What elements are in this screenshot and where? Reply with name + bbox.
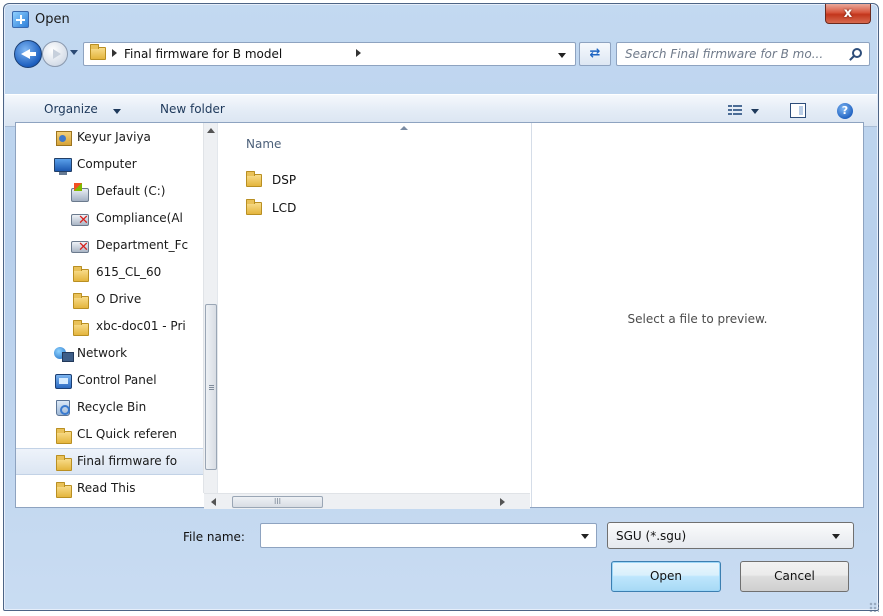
file-type-select[interactable]: SGU (*.sgu) xyxy=(607,522,854,549)
folder-icon xyxy=(56,482,72,498)
folder-icon xyxy=(246,171,262,187)
nav-item-label: Recycle Bin xyxy=(77,400,147,414)
refresh-icon: ⇄ xyxy=(589,46,601,61)
nav-vertical-scrollbar[interactable] xyxy=(203,123,217,498)
nav-item-label: Control Panel xyxy=(77,373,157,387)
preview-message: Select a file to preview. xyxy=(627,312,768,326)
scroll-thumb[interactable]: III xyxy=(232,496,323,508)
forward-button[interactable] xyxy=(42,41,68,67)
folder-icon xyxy=(73,293,89,309)
file-item-label: LCD xyxy=(272,201,297,215)
folder-icon xyxy=(56,428,72,444)
help-icon[interactable]: ? xyxy=(837,103,853,119)
computer-icon xyxy=(54,158,72,175)
nav-item-xbc-doc01[interactable]: xbc-doc01 - Pri xyxy=(16,314,216,341)
disconnected-network-drive-icon xyxy=(71,213,89,228)
column-header-name[interactable]: Name xyxy=(246,137,281,151)
scroll-left-icon[interactable] xyxy=(211,498,216,506)
change-view-icon[interactable] xyxy=(728,105,742,116)
folder-icon xyxy=(73,266,89,282)
file-item-dsp[interactable]: DSP xyxy=(243,169,383,191)
nav-item-label: CL Quick referen xyxy=(77,427,177,441)
nav-item-final-firmware[interactable]: Final firmware fo xyxy=(16,448,216,475)
nav-item-label: Read This xyxy=(77,481,136,495)
user-folder-icon xyxy=(56,131,72,146)
breadcrumb-current[interactable]: Final firmware for B model xyxy=(124,47,282,61)
control-panel-icon xyxy=(55,374,72,389)
dialog-app-icon xyxy=(12,11,29,28)
navigation-pane: Keyur Javiya Computer Default (C:) Compl… xyxy=(16,123,217,507)
file-list-pane: Name DSP LCD xyxy=(217,123,530,507)
nav-item-label: 615_CL_60 xyxy=(96,265,162,279)
nav-item-computer[interactable]: Computer xyxy=(16,152,216,179)
scroll-right-icon[interactable] xyxy=(500,498,505,506)
file-item-label: DSP xyxy=(272,173,297,187)
breadcrumb-chevron-icon[interactable] xyxy=(356,49,361,57)
address-folder-icon xyxy=(90,44,106,60)
views-dropdown-icon[interactable] xyxy=(751,109,759,114)
open-button[interactable]: Open xyxy=(611,561,721,592)
folder-icon xyxy=(246,199,262,215)
disconnected-network-drive-icon xyxy=(71,240,89,255)
address-bar[interactable]: Final firmware for B model xyxy=(83,42,576,66)
local-drive-icon xyxy=(71,183,89,202)
new-folder-button[interactable]: New folder xyxy=(160,102,225,116)
recent-pages-dropdown-icon[interactable] xyxy=(70,50,78,55)
network-icon xyxy=(54,347,74,362)
address-dropdown-icon[interactable] xyxy=(558,53,566,58)
organize-button[interactable]: Organize xyxy=(44,102,98,116)
sort-ascending-icon xyxy=(400,126,408,130)
refresh-button[interactable]: ⇄ xyxy=(579,42,611,66)
nav-item-o-drive[interactable]: O Drive xyxy=(16,287,216,314)
nav-item-network[interactable]: Network xyxy=(16,341,216,368)
close-icon: x xyxy=(843,6,853,21)
nav-item-compliance[interactable]: Compliance(Al xyxy=(16,206,216,233)
nav-item-label: xbc-doc01 - Pri xyxy=(96,319,186,333)
nav-item-label: Network xyxy=(77,346,128,360)
file-type-dropdown-icon[interactable] xyxy=(832,534,840,539)
nav-item-label: Default (C:) xyxy=(96,184,166,198)
horizontal-scrollbar[interactable]: III xyxy=(204,493,530,509)
nav-item-label: Department_Fc xyxy=(96,238,189,252)
search-icon[interactable] xyxy=(852,48,862,58)
file-type-value: SGU (*.sgu) xyxy=(616,529,687,543)
nav-item-label: Compliance(Al xyxy=(96,211,183,225)
recycle-bin-icon xyxy=(56,400,70,416)
cancel-button[interactable]: Cancel xyxy=(740,561,849,592)
close-button[interactable]: x xyxy=(825,4,871,24)
nav-item-label: Keyur Javiya xyxy=(77,130,151,144)
nav-item-keyur-javiya[interactable]: Keyur Javiya xyxy=(16,125,216,152)
nav-item-default-c[interactable]: Default (C:) xyxy=(16,179,216,206)
nav-item-department[interactable]: Department_Fc xyxy=(16,233,216,260)
scroll-thumb[interactable] xyxy=(205,304,217,470)
file-item-lcd[interactable]: LCD xyxy=(243,197,383,219)
resize-grip-icon[interactable] xyxy=(869,602,879,612)
folder-icon xyxy=(56,455,72,471)
preview-pane: Select a file to preview. xyxy=(531,123,863,507)
breadcrumb-chevron-icon[interactable] xyxy=(112,49,117,57)
title-bar[interactable]: Open x xyxy=(4,4,878,34)
file-name-dropdown-icon[interactable] xyxy=(581,534,589,539)
nav-item-cl-quick-reference[interactable]: CL Quick referen xyxy=(16,422,216,449)
browser-content: Keyur Javiya Computer Default (C:) Compl… xyxy=(15,122,864,509)
nav-item-label: Computer xyxy=(77,157,137,171)
file-name-input[interactable] xyxy=(260,523,597,548)
folder-icon xyxy=(73,320,89,336)
nav-item-label: Final firmware fo xyxy=(77,454,178,468)
file-name-label: File name: xyxy=(183,530,245,544)
search-input[interactable]: Search Final firmware for B mo... xyxy=(616,42,870,66)
nav-item-recycle-bin[interactable]: Recycle Bin xyxy=(16,395,216,422)
preview-pane-toggle-icon[interactable] xyxy=(790,103,806,118)
nav-item-read-this[interactable]: Read This xyxy=(16,476,216,503)
organize-dropdown-icon[interactable] xyxy=(113,109,121,114)
back-button[interactable] xyxy=(14,40,42,68)
window-title: Open xyxy=(35,12,70,27)
nav-item-615-cl-60[interactable]: 615_CL_60 xyxy=(16,260,216,287)
nav-item-label: O Drive xyxy=(96,292,142,306)
nav-item-control-panel[interactable]: Control Panel xyxy=(16,368,216,395)
scroll-up-icon[interactable] xyxy=(207,128,215,133)
search-placeholder: Search Final firmware for B mo... xyxy=(625,47,824,61)
